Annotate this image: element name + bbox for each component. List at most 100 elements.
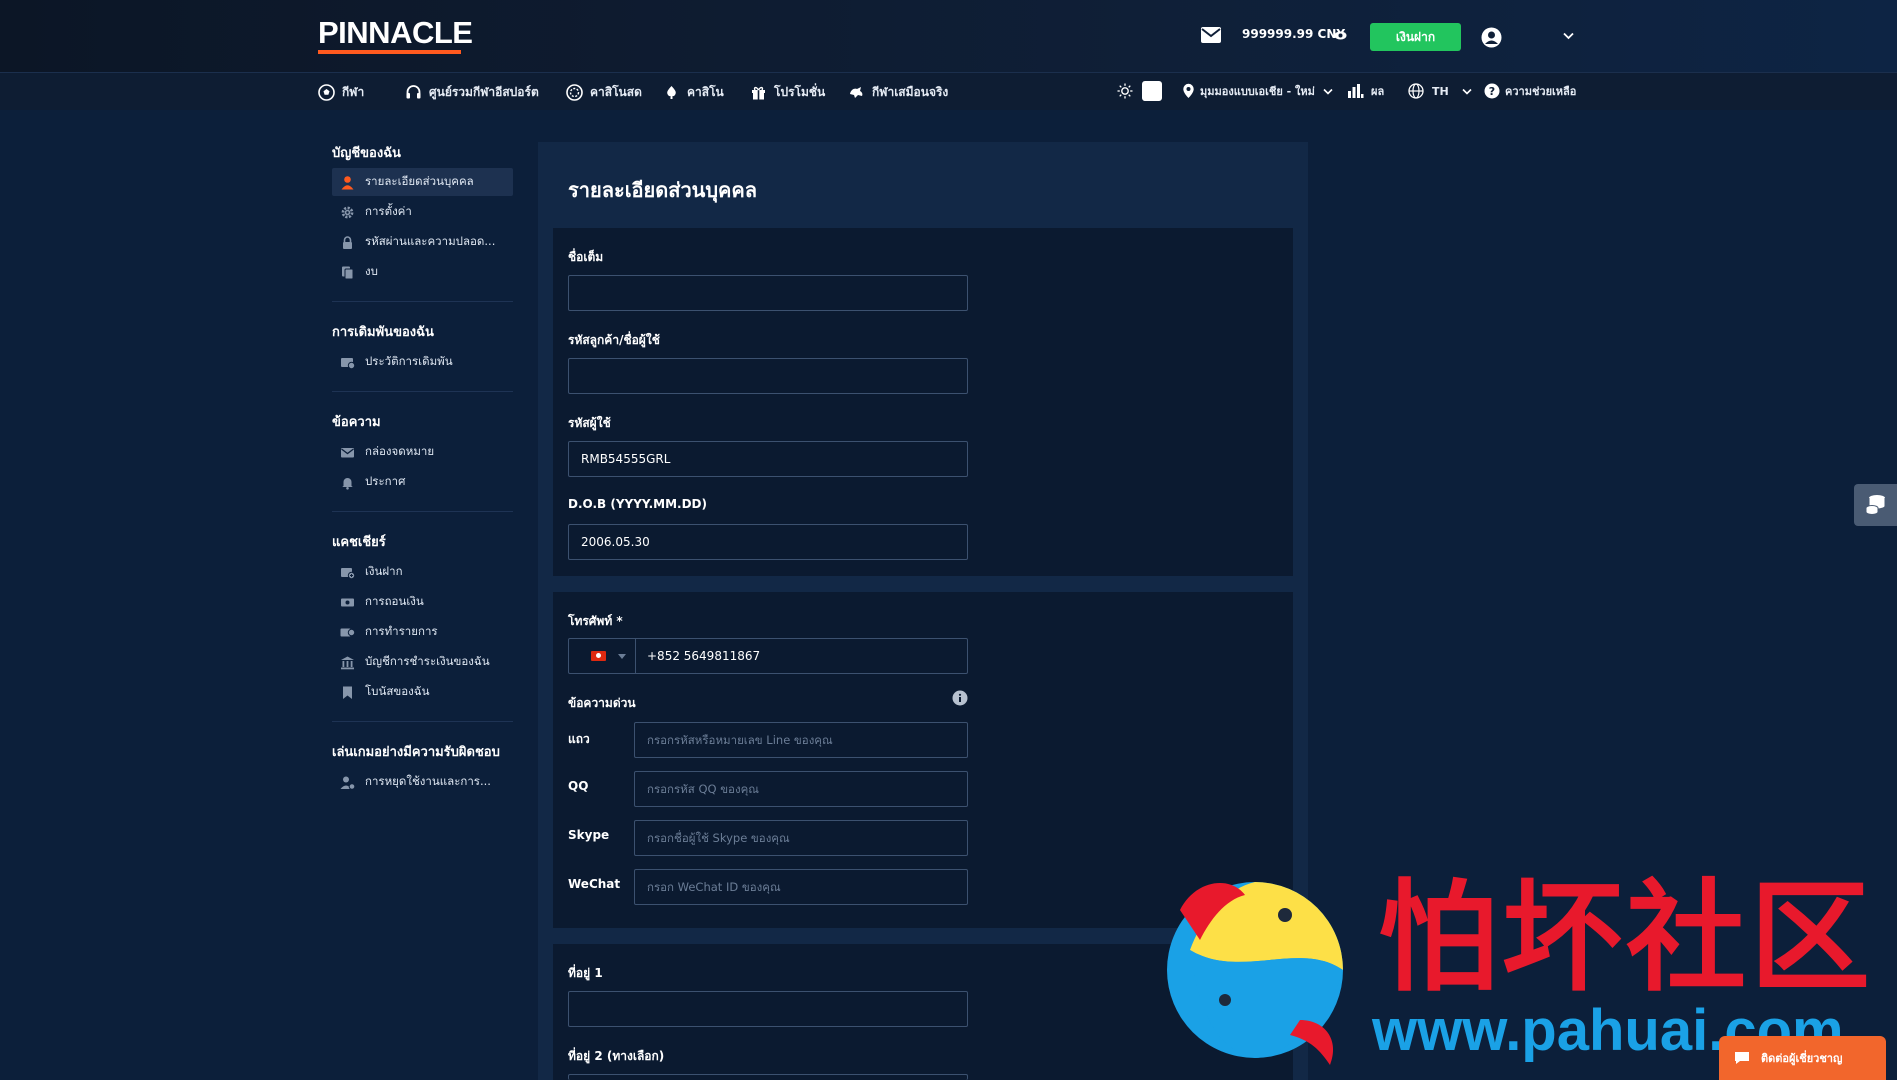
coin-widget[interactable] [1854,484,1897,526]
sidebar-item-password-security[interactable]: รหัสผ่านและความปลอด... [332,228,513,256]
sidebar-section-cashier: แคชเชียร์ [332,535,386,550]
svg-text:?: ? [1489,85,1495,98]
chevron-down-icon[interactable] [1563,32,1574,40]
line-label: แถว [568,732,590,746]
hong-kong-flag-icon [591,651,606,661]
wechat-input[interactable] [634,869,968,905]
watermark-title: 怕坏社区 [1378,867,1874,1008]
sidebar-divider [332,511,513,512]
page-title: รายละเอียดส่วนบุคคล [568,178,758,202]
customer-id-label: รหัสลูกค้า/ชื่อผู้ใช้ [568,333,660,347]
qq-input[interactable] [634,771,968,807]
sidebar-item-withdraw[interactable]: การถอนเงิน [332,588,513,616]
identity-card: ชื่อเต็ม รหัสลูกค้า/ชื่อผู้ใช้ รหัสผู้ใช… [553,228,1293,576]
sidebar-item-deposit[interactable]: เงินฝาก [332,558,513,586]
skype-input[interactable] [634,820,968,856]
customer-id-input[interactable] [568,358,968,394]
location-pin-icon [1183,83,1194,98]
phone-input[interactable] [636,639,966,673]
deposit-icon [341,567,355,579]
sidebar-item-bet-history[interactable]: ประวัติการเดิมพัน [332,348,513,376]
sidebar-section-responsible-gaming: เล่นเกมอย่างมีความรับผิดชอบ [332,745,500,760]
address1-label: ที่อยู่ 1 [568,966,603,980]
mail-icon[interactable] [1200,26,1222,44]
country-code-select[interactable] [569,639,636,673]
sidebar-section-my-account: บัญชีของฉัน [332,146,401,161]
help-link[interactable]: ? ความช่วยเหลือ [1484,72,1576,110]
help-icon: ? [1484,83,1500,99]
phone-label: โทรศัพท์ * [568,614,623,628]
wechat-label: WeChat [568,877,621,891]
results-link[interactable]: ผล [1347,72,1384,110]
nav-promotions[interactable]: โปรโมชั่น [750,73,825,111]
live-chat-button[interactable]: ติดต่อผู้เชี่ยวชาญ [1719,1036,1886,1080]
headset-icon [406,84,421,98]
soccer-ball-icon [318,83,335,101]
sidebar-item-statements[interactable]: งบ [332,258,513,286]
bank-icon [341,656,354,669]
address2-input[interactable] [568,1074,968,1080]
caret-down-icon [618,653,626,659]
cards-icon [667,85,676,99]
nav-esports[interactable]: ศูนย์รวมกีฬาอีสปอร์ต [405,73,539,111]
full-name-label: ชื่อเต็ม [568,250,604,264]
sidebar-section-my-bets: การเดิมพันของฉัน [332,325,434,340]
user-id-input[interactable] [568,441,968,477]
sidebar-divider [332,391,513,392]
theme-toggle[interactable] [1142,81,1162,101]
sidebar-item-settings[interactable]: การตั้งค่า [332,198,513,226]
user-pause-icon [340,776,355,790]
documents-icon [342,266,354,279]
qq-label: QQ [568,779,589,793]
gear-icon [341,206,354,218]
info-icon[interactable] [952,690,968,706]
sidebar-item-payment-accounts[interactable]: บัญชีการชำระเงินของฉัน [332,648,513,676]
chevron-down-icon [1323,88,1333,95]
user-icon [341,175,354,189]
sidebar-item-announcements[interactable]: ประกาศ [332,468,513,496]
dob-label: D.O.B (YYYY.MM.DD) [568,497,708,511]
coin-stack-icon [1865,495,1885,515]
sidebar-item-self-exclusion[interactable]: การหยุดใช้งานและการ... [332,768,513,796]
user-id-label: รหัสผู้ใช้ [568,416,611,430]
nav-casino[interactable]: คาสิโน [663,73,724,111]
chat-bubble-icon [1735,1052,1749,1064]
top-header: PINNACLE 999999.99 CNY เงินฝาก [0,0,1897,72]
deposit-button[interactable]: เงินฝาก [1370,23,1461,51]
mail-icon [341,447,354,457]
chevron-down-icon [1462,88,1472,95]
bell-icon [342,477,353,490]
chip-icon [566,83,583,101]
gift-icon [752,86,765,99]
line-input[interactable] [634,722,968,758]
pinnacle-logo[interactable]: PINNACLE [318,17,473,48]
sidebar-item-personal-details[interactable]: รายละเอียดส่วนบุคคล [332,168,513,196]
balance-display: 999999.99 CNY [1242,27,1346,41]
bar-chart-icon [1348,84,1364,98]
watermark-fish-logo [1167,882,1343,1065]
dob-input[interactable] [568,524,968,560]
sidebar-item-inbox[interactable]: กล่องจดหมาย [332,438,513,466]
full-name-input[interactable] [568,275,968,311]
nav-sports[interactable]: กีฬา [318,73,364,111]
skype-label: Skype [568,828,610,842]
globe-icon [1408,83,1424,99]
eye-icon[interactable] [1334,31,1347,40]
instant-messaging-label: ข้อความด่วน [568,696,636,710]
main-nav: กีฬา ศูนย์รวมกีฬาอีสปอร์ต คาสิโนสด คาสิโ… [0,72,1897,110]
withdraw-icon [341,598,354,606]
sidebar-section-messages: ข้อความ [332,415,381,430]
address1-input[interactable] [568,991,968,1027]
language-selector[interactable]: TH [1408,72,1472,110]
sidebar-item-my-bonus[interactable]: โบนัสของฉัน [332,678,513,706]
nav-virtual-sports[interactable]: กีฬาเสมือนจริง [848,73,948,111]
nav-live-casino[interactable]: คาสิโนสด [566,73,642,111]
logo-underline [318,50,461,54]
lock-icon [343,235,352,249]
sidebar-divider [332,721,513,722]
sidebar-item-transactions[interactable]: การทำรายการ [332,618,513,646]
sun-icon [1117,83,1133,99]
transactions-icon [340,628,355,636]
region-selector[interactable]: มุมมองแบบเอเชีย - ใหม่ [1182,72,1333,110]
account-icon[interactable] [1481,27,1502,48]
